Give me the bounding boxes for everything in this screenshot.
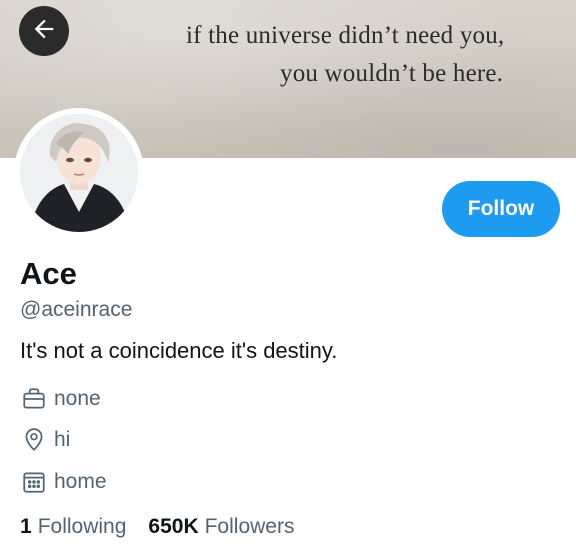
- followers-count-link[interactable]: 650K Followers: [148, 515, 294, 539]
- profile-location-label: hi: [54, 428, 71, 451]
- profile-work: none: [20, 385, 101, 413]
- following-label: Following: [37, 515, 127, 538]
- following-count: 1: [20, 515, 32, 538]
- follow-stats: 1 Following 650K Followers: [20, 515, 294, 539]
- calendar-icon: [20, 468, 48, 496]
- avatar-image: [20, 114, 138, 232]
- banner-quote-line-1: if the universe didn’t need you,: [186, 22, 505, 49]
- follow-button[interactable]: Follow: [442, 181, 560, 237]
- briefcase-icon: [20, 385, 48, 413]
- profile-bio: It's not a coincidence it's destiny.: [20, 338, 338, 363]
- followers-count: 650K: [148, 515, 199, 538]
- arrow-left-icon: [30, 15, 58, 48]
- back-button[interactable]: [19, 6, 69, 56]
- location-pin-icon: [20, 426, 48, 454]
- followers-label: Followers: [204, 515, 295, 538]
- banner-quote-line-2: you wouldn’t be here.: [280, 60, 504, 87]
- avatar[interactable]: [14, 108, 144, 238]
- profile-handle: @aceinrace: [20, 298, 133, 321]
- profile-website-label[interactable]: home: [54, 470, 107, 494]
- profile-website[interactable]: home: [20, 468, 107, 496]
- profile-location: hi: [20, 426, 70, 454]
- profile-work-label: none: [54, 387, 101, 410]
- profile-name: Ace: [20, 256, 77, 291]
- following-count-link[interactable]: 1 Following: [20, 515, 126, 539]
